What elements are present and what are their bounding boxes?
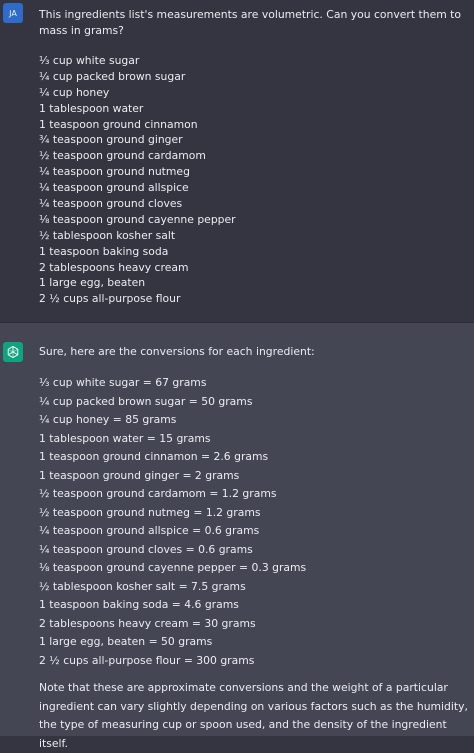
ingredient-list: ⅓ cup white sugar ¼ cup packed brown sug… xyxy=(39,53,468,307)
user-prompt-text: This ingredients list's measurements are… xyxy=(39,8,462,37)
ingredient-item: ¼ cup packed brown sugar xyxy=(39,69,186,83)
conversion-item: ⅛ teaspoon ground cayenne pepper = 0.3 g… xyxy=(39,561,307,574)
conversion-item: 1 teaspoon ground cinnamon = 2.6 grams xyxy=(39,450,269,463)
ingredient-item: ½ teaspoon ground cardamom xyxy=(39,149,206,163)
conversion-item: 1 teaspoon ground ginger = 2 grams xyxy=(39,468,240,482)
ingredient-item: 1 large egg, beaten xyxy=(39,276,146,290)
conversion-item: 1 teaspoon baking soda = 4.6 grams xyxy=(39,598,239,611)
ingredient-item: ¼ cup honey xyxy=(39,85,110,99)
conversion-item: 2 ½ cups all-purpose flour = 300 grams xyxy=(39,653,255,667)
ingredient-item: 2 tablespoons heavy cream xyxy=(39,260,189,274)
ingredient-item: ¼ teaspoon ground cloves xyxy=(39,197,183,211)
assistant-message-content: Sure, here are the conversions for each … xyxy=(39,344,468,753)
assistant-message: Sure, here are the conversions for each … xyxy=(0,322,474,750)
ingredient-item: 1 teaspoon ground cinnamon xyxy=(39,117,198,131)
conversion-item: ¼ teaspoon ground cloves = 0.6 grams xyxy=(39,542,253,556)
assistant-note-text: Note that these are approximate conversi… xyxy=(39,681,468,750)
user-message: JA This ingredients list's measurements … xyxy=(0,0,474,322)
ingredient-item: ⅛ teaspoon ground cayenne pepper xyxy=(39,212,236,226)
conversion-item: 1 large egg, beaten = 50 grams xyxy=(39,635,213,648)
ingredient-item: ⅓ cup white sugar xyxy=(39,54,140,67)
ingredient-item: ¼ teaspoon ground allspice xyxy=(39,181,189,195)
conversion-item: ½ tablespoon kosher salt = 7.5 grams xyxy=(39,579,246,593)
ingredient-item: ½ tablespoon kosher salt xyxy=(39,228,176,242)
conversion-item: ¼ cup packed brown sugar = 50 grams xyxy=(39,394,253,408)
conversion-item: ½ teaspoon ground nutmeg = 1.2 grams xyxy=(39,505,261,519)
assistant-intro-text: Sure, here are the conversions for each … xyxy=(39,345,315,358)
conversion-item: 1 tablespoon water = 15 grams xyxy=(39,431,211,445)
ingredient-item: 1 teaspoon baking soda xyxy=(39,244,169,258)
ingredient-item: 1 tablespoon water xyxy=(39,101,144,115)
conversion-item: 2 tablespoons heavy cream = 30 grams xyxy=(39,616,256,630)
conversion-item: ¼ teaspoon ground allspice = 0.6 grams xyxy=(39,524,260,537)
user-message-content: This ingredients list's measurements are… xyxy=(39,7,468,307)
user-avatar-initials: JA xyxy=(9,8,17,18)
ingredient-item: ¼ teaspoon ground nutmeg xyxy=(39,165,190,179)
conversion-item: ½ teaspoon ground cardamom = 1.2 grams xyxy=(39,487,277,500)
conversion-item: ⅓ cup white sugar = 67 grams xyxy=(39,376,207,389)
ingredient-item: ¾ teaspoon ground ginger xyxy=(39,133,183,147)
conversion-list: ⅓ cup white sugar = 67 grams ¼ cup packe… xyxy=(39,374,468,670)
user-avatar: JA xyxy=(3,3,23,23)
ingredient-item: 2 ½ cups all-purpose flour xyxy=(39,292,181,306)
conversion-item: ¼ cup honey = 85 grams xyxy=(39,413,177,426)
openai-logo-icon xyxy=(3,342,23,362)
